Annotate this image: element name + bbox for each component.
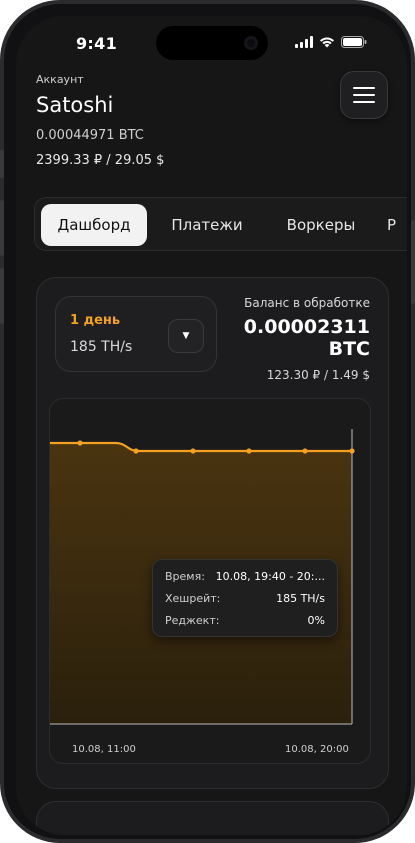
chart-point[interactable]	[133, 448, 139, 454]
tooltip-reject-label: Реджект:	[165, 614, 220, 627]
account-label: Аккаунт	[36, 73, 84, 86]
chart-tooltip: Время: 10.08, 19:40 - 20:... Хешрейт: 18…	[152, 559, 338, 637]
tooltip-time-value: 10.08, 19:40 - 20:...	[215, 570, 325, 583]
account-btc-balance: 0.00044971 BTC	[36, 128, 144, 143]
next-card	[36, 801, 389, 835]
processing-balance-label: Баланс в обработке	[244, 296, 370, 310]
tooltip-time-label: Время:	[165, 570, 205, 583]
tooltip-reject-value: 0%	[307, 614, 325, 627]
processing-balance-value: 0.00002311 BTC	[243, 316, 370, 360]
wifi-icon	[320, 37, 334, 48]
menu-button[interactable]	[340, 71, 388, 119]
period-label: 1 день	[70, 313, 121, 328]
account-fiat-balance: 2399.33 ₽ / 29.05 $	[36, 153, 165, 168]
chart-point[interactable]	[246, 448, 252, 454]
phone-frame: 9:41 Аккаунт Satoshi 0.00044971 BTC 2399…	[0, 0, 415, 843]
app-screen: 9:41 Аккаунт Satoshi 0.00044971 BTC 2399…	[16, 16, 407, 835]
tab-payments[interactable]: Платежи	[155, 204, 259, 246]
tooltip-hashrate-label: Хешрейт:	[165, 592, 221, 605]
hashrate-chart[interactable]: 10.08, 11:00 10.08, 20:00 Время: 10.08, …	[49, 398, 371, 764]
status-bar: 9:41	[16, 16, 407, 68]
account-name: Satoshi	[36, 93, 114, 117]
tab-workers[interactable]: Воркеры	[269, 204, 373, 246]
side-button-power	[411, 220, 415, 304]
tab-next-cut[interactable]: Р	[387, 204, 407, 246]
dynamic-island	[156, 26, 268, 60]
x-tick-label: 10.08, 11:00	[72, 744, 136, 755]
x-tick-label: 10.08, 20:00	[285, 744, 349, 755]
camera-icon	[244, 36, 258, 50]
chart-point[interactable]	[190, 448, 196, 454]
status-time: 9:41	[76, 34, 117, 53]
dashboard-card: 1 день 185 TH/s ▼ Баланс в обработке 0.0…	[36, 277, 389, 789]
tab-bar: Дашборд Платежи Воркеры Р	[34, 197, 407, 251]
signal-icon	[295, 36, 313, 48]
chart-point[interactable]	[77, 440, 83, 446]
chart-point[interactable]	[349, 448, 355, 454]
tab-dashboard[interactable]: Дашборд	[41, 204, 147, 246]
processing-balance-fiat: 123.30 ₽ / 1.49 $	[266, 368, 370, 382]
tooltip-hashrate-value: 185 TH/s	[276, 592, 325, 605]
chevron-down-icon[interactable]: ▼	[168, 319, 204, 353]
chart-point[interactable]	[302, 448, 308, 454]
period-hashrate: 185 TH/s	[70, 339, 133, 355]
period-selector[interactable]: 1 день 185 TH/s ▼	[55, 296, 217, 372]
battery-icon	[341, 36, 367, 48]
